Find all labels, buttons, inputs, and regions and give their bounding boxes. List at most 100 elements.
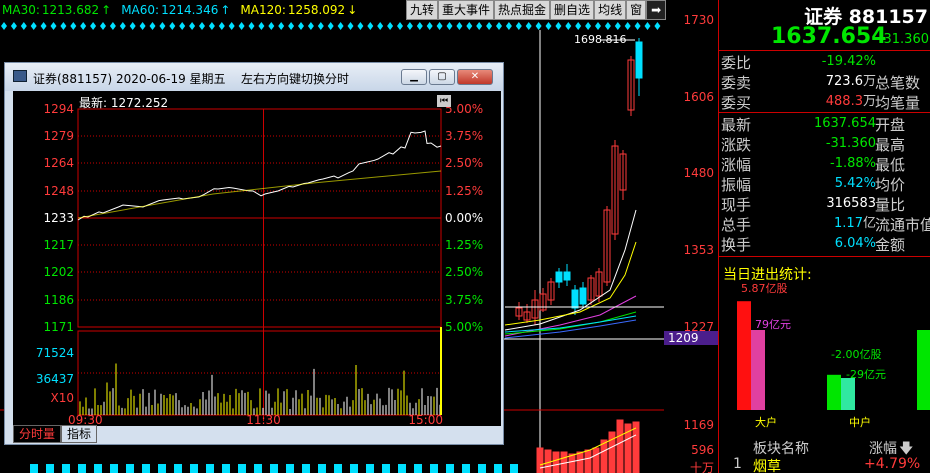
- big-outflow-bar: [751, 330, 765, 410]
- toolbar-button[interactable]: 均线: [594, 0, 627, 20]
- event-diamond-icon[interactable]: [20, 22, 27, 30]
- minimize-icon[interactable]: ▁: [401, 69, 427, 85]
- event-diamond-icon[interactable]: [515, 22, 522, 30]
- event-diamond-icon[interactable]: [70, 22, 77, 30]
- event-diamond-icon[interactable]: [347, 22, 354, 30]
- event-diamond-icon[interactable]: [307, 22, 314, 30]
- event-diamond-icon[interactable]: [585, 22, 592, 30]
- event-diamond-icon[interactable]: [208, 22, 215, 30]
- toolbar-button[interactable]: 重大事件: [438, 0, 495, 20]
- jump-back-icon[interactable]: ⏮: [437, 95, 451, 107]
- popup-title-bar[interactable]: 证券(881157) 2020-06-19 星期五 左右方向键切换分时 ▁ ▢ …: [5, 63, 503, 91]
- maximize-icon[interactable]: ▢: [429, 69, 455, 85]
- event-diamond-icon[interactable]: [90, 22, 97, 30]
- event-diamond-icon[interactable]: [80, 22, 87, 30]
- event-diamond-icon[interactable]: [357, 22, 364, 30]
- quote-row-value: -19.42%: [822, 52, 876, 72]
- event-diamond-icon[interactable]: [624, 22, 631, 30]
- event-diamond-icon[interactable]: [595, 22, 601, 30]
- event-diamond-icon[interactable]: [60, 22, 67, 30]
- event-diamond-icon[interactable]: [30, 22, 37, 30]
- intraday-popup-window[interactable]: 证券(881157) 2020-06-19 星期五 左右方向键切换分时 ▁ ▢ …: [4, 62, 504, 445]
- event-diamond-icon[interactable]: [317, 22, 324, 30]
- event-diamond-icon[interactable]: [476, 22, 483, 30]
- event-diamond-icon[interactable]: [189, 22, 196, 30]
- intraday-chart-area[interactable]: 1294 1279 1264 1248 1233 1217 1202 1186 1171 5.00…: [13, 91, 501, 426]
- event-diamond-icon[interactable]: [525, 22, 532, 30]
- candle-body[interactable]: [579, 287, 587, 305]
- event-diamond-icon[interactable]: [298, 22, 304, 30]
- event-diamond-icon[interactable]: [367, 22, 374, 30]
- event-diamond-icon[interactable]: [228, 22, 235, 30]
- event-diamond-icon[interactable]: [10, 22, 17, 30]
- event-diamond-icon[interactable]: [109, 22, 116, 30]
- tab-intraday-volume[interactable]: 分时量: [13, 425, 62, 443]
- price-tick-label: 1248: [43, 184, 74, 198]
- sector-name-header[interactable]: 板块名称: [753, 438, 809, 458]
- quote-row: 总手 1.17亿 流通市值: [719, 214, 930, 234]
- event-diamond-icon[interactable]: [496, 22, 502, 30]
- toolbar-button[interactable]: 九转: [406, 0, 439, 20]
- event-diamond-icon[interactable]: [634, 22, 641, 30]
- event-diamond-icon[interactable]: [575, 22, 582, 30]
- price-change: -31.360: [878, 32, 929, 47]
- event-diamond-icon[interactable]: [466, 22, 473, 30]
- candle-body[interactable]: [563, 271, 571, 281]
- y-tick-label: 1353: [683, 243, 714, 257]
- toolbar-button[interactable]: 删自选: [550, 0, 595, 20]
- close-icon[interactable]: ✕: [457, 69, 493, 85]
- intraday-chart[interactable]: 1294 1279 1264 1248 1233 1217 1202 1186 1171 5.00…: [13, 91, 501, 426]
- event-diamond-icon[interactable]: [258, 22, 265, 30]
- event-diamond-icon[interactable]: [486, 22, 493, 30]
- toolbar-button[interactable]: 窗: [626, 0, 647, 20]
- event-diamond-icon[interactable]: [199, 22, 205, 30]
- event-diamond-icon[interactable]: [337, 22, 344, 30]
- event-diamond-icon[interactable]: [179, 22, 186, 30]
- event-diamond-icon[interactable]: [159, 22, 166, 30]
- event-diamond-icon[interactable]: [565, 22, 572, 30]
- event-diamond-icon[interactable]: [218, 22, 225, 30]
- event-diamond-icon[interactable]: [377, 22, 384, 30]
- event-diamond-icon[interactable]: [149, 22, 156, 30]
- event-diamond-icon[interactable]: [654, 22, 661, 30]
- toolbar-button[interactable]: 热点掘金: [494, 0, 551, 20]
- event-diamond-icon[interactable]: [40, 22, 47, 30]
- event-diamond-icon[interactable]: [604, 22, 611, 30]
- sector-change-header[interactable]: 涨幅: [869, 438, 897, 458]
- event-diamond-icon[interactable]: [555, 22, 562, 30]
- event-diamond-icon[interactable]: [446, 22, 453, 30]
- event-diamond-icon[interactable]: [129, 22, 136, 30]
- event-diamond-icon[interactable]: [50, 22, 57, 30]
- event-diamond-icon[interactable]: [169, 22, 176, 30]
- event-diamond-icon[interactable]: [278, 22, 285, 30]
- event-diamond-icon[interactable]: [535, 22, 542, 30]
- event-diamond-icon[interactable]: [327, 22, 334, 30]
- event-diamond-icon[interactable]: [387, 22, 394, 30]
- candle-body[interactable]: [635, 41, 643, 79]
- event-diamond-icon[interactable]: [505, 22, 512, 30]
- event-diamond-icon[interactable]: [614, 22, 621, 30]
- event-diamond-icon[interactable]: [1, 22, 7, 30]
- event-diamond-icon[interactable]: [406, 22, 413, 30]
- event-diamond-icon[interactable]: [119, 22, 126, 30]
- event-diamond-icon[interactable]: [100, 22, 106, 30]
- event-diamond-icon[interactable]: [268, 22, 275, 30]
- event-diamond-icon[interactable]: [397, 22, 403, 30]
- event-diamond-icon[interactable]: [238, 22, 245, 30]
- candle-body[interactable]: [571, 289, 579, 309]
- y-tick-label: 596: [691, 443, 714, 457]
- event-diamond-icon[interactable]: [456, 22, 463, 30]
- ma60-line: [504, 315, 637, 333]
- event-diamond-icon[interactable]: [436, 22, 443, 30]
- candle-body[interactable]: [555, 271, 563, 283]
- event-diamond-icon[interactable]: [248, 22, 255, 30]
- event-diamond-icon[interactable]: [426, 22, 433, 30]
- sector-row[interactable]: 1 烟草 +4.79%: [719, 456, 930, 473]
- volume-bar: [510, 464, 518, 473]
- tab-indicator[interactable]: 指标: [61, 425, 98, 443]
- event-diamond-icon[interactable]: [139, 22, 146, 30]
- event-diamond-icon[interactable]: [644, 22, 651, 30]
- event-diamond-icon[interactable]: [545, 22, 552, 30]
- event-diamond-icon[interactable]: [288, 22, 295, 30]
- event-diamond-icon[interactable]: [416, 22, 423, 30]
